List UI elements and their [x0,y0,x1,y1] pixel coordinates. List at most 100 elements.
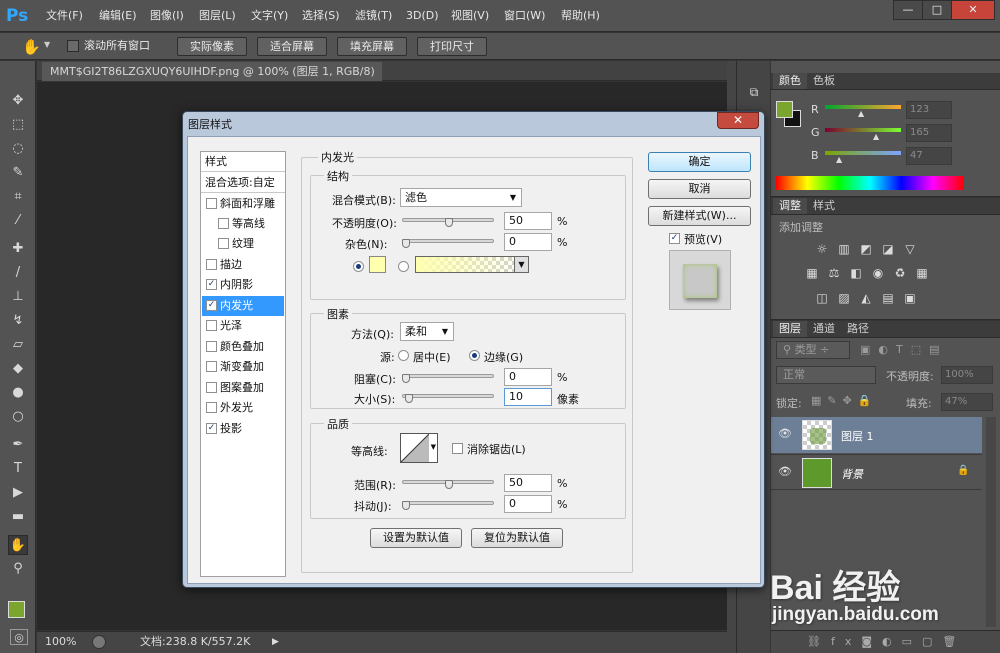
style-item-color-overlay[interactable]: 颜色叠加 [202,337,284,357]
style-item-inner-shadow[interactable]: ✓ 内阴影 [202,275,284,295]
posterize-icon[interactable]: ▨ [837,291,851,305]
minimize-button[interactable]: — [893,0,923,20]
menu-window[interactable]: 窗口(W) [504,0,545,32]
preview-checkbox[interactable]: ✓ [669,233,680,244]
bevel-checkbox[interactable] [206,198,217,209]
eyedropper-tool-icon[interactable]: ⁄ [8,211,28,231]
glow-color-swatch[interactable] [369,256,386,273]
history-panel-icon[interactable]: ⧉ [745,85,763,101]
antialias-checkbox[interactable] [452,443,463,454]
outer-glow-checkbox[interactable] [206,402,217,413]
levels-icon[interactable]: ▥ [837,242,851,256]
crop-tool-icon[interactable]: ⌗ [8,187,28,207]
gradient-map-icon[interactable]: ▤ [881,291,895,305]
tab-swatches[interactable]: 色板 [807,73,841,89]
menu-view[interactable]: 视图(V) [451,0,489,32]
style-item-pattern-overlay[interactable]: 图案叠加 [202,378,284,398]
pattern-overlay-checkbox[interactable] [206,382,217,393]
color-lookup-icon[interactable]: ▦ [915,266,929,280]
source-edge-label[interactable]: 边缘(G) [484,349,523,365]
range-thumb[interactable] [445,480,453,489]
blending-options-item[interactable]: 混合选项:自定 [201,173,285,193]
curves-icon[interactable]: ◩ [859,242,873,256]
type-tool-icon[interactable]: T [8,459,28,479]
tab-channels[interactable]: 通道 [807,321,841,337]
jitter-slider[interactable] [402,501,494,505]
foreground-color-swatch[interactable] [8,601,25,618]
layer-name[interactable]: 背景 [841,466,863,482]
healing-brush-tool-icon[interactable]: ✚ [8,239,28,259]
menu-type[interactable]: 文字(Y) [251,0,288,32]
method-select[interactable]: 柔和 ▼ [400,322,454,341]
glow-opacity-thumb[interactable] [445,218,453,227]
fit-screen-button[interactable]: 适合屏幕 [257,37,327,56]
menu-help[interactable]: 帮助(H) [561,0,600,32]
color-spectrum-bar[interactable] [776,176,964,190]
drop-shadow-checkbox[interactable]: ✓ [206,423,217,434]
inner-glow-checkbox[interactable]: ✓ [206,300,217,311]
noise-input[interactable]: 0 [504,233,552,251]
menu-3d[interactable]: 3D(D) [406,0,439,32]
menu-edit[interactable]: 编辑(E) [99,0,137,32]
style-item-gradient-overlay[interactable]: 渐变叠加 [202,357,284,377]
dodge-tool-icon[interactable]: ○ [8,407,28,427]
menu-file[interactable]: 文件(F) [46,0,83,32]
dialog-close-button[interactable]: ✕ [717,112,759,129]
visibility-eye-icon[interactable]: 👁 [778,465,792,478]
tab-paths[interactable]: 路径 [841,321,875,337]
layer-filter-select[interactable]: ⚲ 类型 ÷ [776,341,850,359]
marquee-tool-icon[interactable]: ⬚ [8,115,28,135]
noise-thumb[interactable] [402,239,410,248]
tab-layers[interactable]: 图层 [773,321,807,337]
size-input[interactable]: 10 [504,388,552,406]
choke-thumb[interactable] [402,374,410,383]
style-item-texture[interactable]: 纹理 [202,234,284,254]
history-brush-tool-icon[interactable]: ↯ [8,311,28,331]
channel-r-value[interactable]: 123 [906,101,952,119]
rectangle-tool-icon[interactable]: ▬ [8,507,28,527]
window-close-button[interactable]: ✕ [951,0,995,20]
channel-g-thumb[interactable]: ▲ [873,132,879,141]
tab-color[interactable]: 颜色 [773,73,807,89]
status-menu-arrow-icon[interactable]: ▶ [272,632,279,652]
channel-b-value[interactable]: 47 [906,147,952,165]
tab-styles[interactable]: 样式 [807,198,841,214]
blur-tool-icon[interactable]: ● [8,383,28,403]
maximize-button[interactable]: □ [922,0,952,20]
gradient-radio[interactable] [398,261,409,272]
channel-b-thumb[interactable]: ▲ [836,155,842,164]
visibility-eye-icon[interactable]: 👁 [778,427,792,440]
choke-slider[interactable] [402,374,494,378]
make-default-button[interactable]: 设置为默认值 [370,528,462,548]
style-item-satin[interactable]: 光泽 [202,316,284,336]
quick-mask-icon[interactable]: ◎ [10,629,28,645]
texture-checkbox[interactable] [218,238,229,249]
size-slider[interactable] [402,394,494,398]
fill-screen-button[interactable]: 填充屏幕 [337,37,407,56]
style-item-contour[interactable]: 等高线 [202,214,284,234]
gradient-picker[interactable]: ▼ [415,256,529,273]
print-size-button[interactable]: 打印尺寸 [417,37,487,56]
eraser-tool-icon[interactable]: ▱ [8,335,28,355]
source-center-label[interactable]: 居中(E) [413,349,451,365]
noise-slider[interactable] [402,239,494,243]
tool-preset-chevron-icon[interactable]: ▼ [44,40,50,49]
range-input[interactable]: 50 [504,474,552,492]
channel-r-thumb[interactable]: ▲ [858,109,864,118]
paint-bucket-tool-icon[interactable]: ◆ [8,359,28,379]
menu-select[interactable]: 选择(S) [302,0,340,32]
inner-shadow-checkbox[interactable]: ✓ [206,279,217,290]
style-item-outer-glow[interactable]: 外发光 [202,398,284,418]
brightness-icon[interactable]: ☼ [815,242,829,256]
lock-icons[interactable]: ▦✎✥🔒 [811,394,878,407]
source-center-radio[interactable] [398,350,409,361]
hand-tool-active-icon[interactable]: ✋ [8,535,28,555]
glow-opacity-input[interactable]: 50 [504,212,552,230]
contour-picker[interactable]: ▼ [400,433,438,463]
ok-button[interactable]: 确定 [648,152,751,172]
channel-g-value[interactable]: 165 [906,124,952,142]
choke-input[interactable]: 0 [504,368,552,386]
selective-color-icon[interactable]: ▣ [903,291,917,305]
menu-image[interactable]: 图像(I) [150,0,184,32]
vibrance-icon[interactable]: ▽ [903,242,917,256]
